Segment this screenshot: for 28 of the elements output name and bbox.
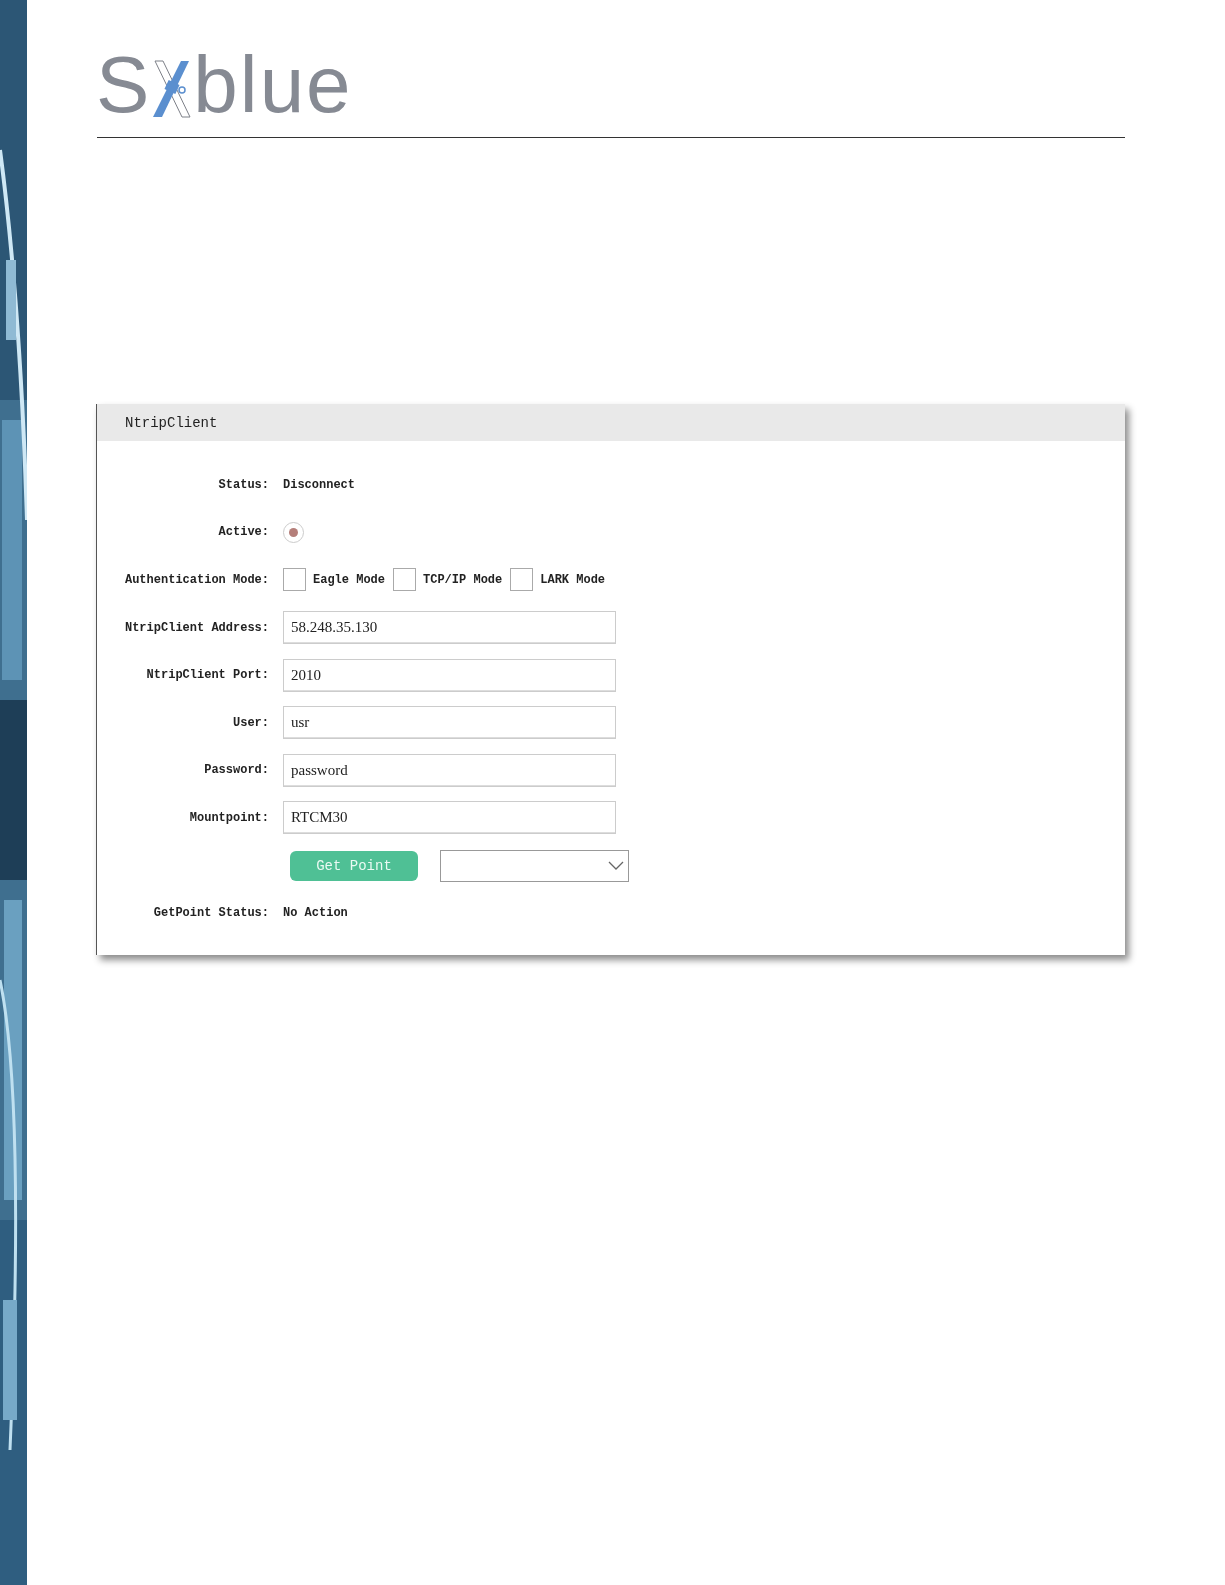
input-field[interactable]: usr	[283, 706, 616, 740]
checkbox-label: TCP/IP Mode	[423, 573, 503, 587]
checkbox-label: LARK Mode	[540, 573, 606, 587]
field-label: NtripClient Port:	[145, 668, 270, 683]
input-field[interactable]: password	[283, 753, 616, 787]
chevron-down-icon	[608, 860, 624, 871]
field-label: NtripClient Address:	[123, 620, 270, 635]
input-field[interactable]: 58.248.35.130	[283, 611, 616, 645]
field-label: Authentication Mode:	[123, 573, 270, 587]
logo-text: S	[96, 52, 152, 118]
checkbox[interactable]	[283, 568, 306, 592]
satellite-icon	[151, 60, 192, 118]
checkbox[interactable]	[510, 568, 534, 592]
field-label: Mountpoint:	[188, 810, 270, 825]
field-label: Active:	[217, 525, 270, 540]
logo-text: blue	[193, 52, 353, 118]
field-label: User:	[232, 715, 270, 730]
checkbox-label: Eagle Mode	[313, 573, 385, 587]
field-label: GetPoint Status:	[152, 906, 270, 921]
status-value: Disconnect	[283, 477, 355, 492]
checkbox[interactable]	[393, 568, 416, 592]
status-value: No Action	[283, 906, 348, 921]
input-field[interactable]: 2010	[283, 658, 616, 692]
field-label: Status:	[217, 477, 270, 492]
panel-title: NtripClient	[125, 414, 218, 431]
field-label: Password:	[203, 763, 270, 778]
input-field[interactable]: RTCM30	[283, 801, 616, 835]
dropdown[interactable]	[440, 849, 629, 882]
